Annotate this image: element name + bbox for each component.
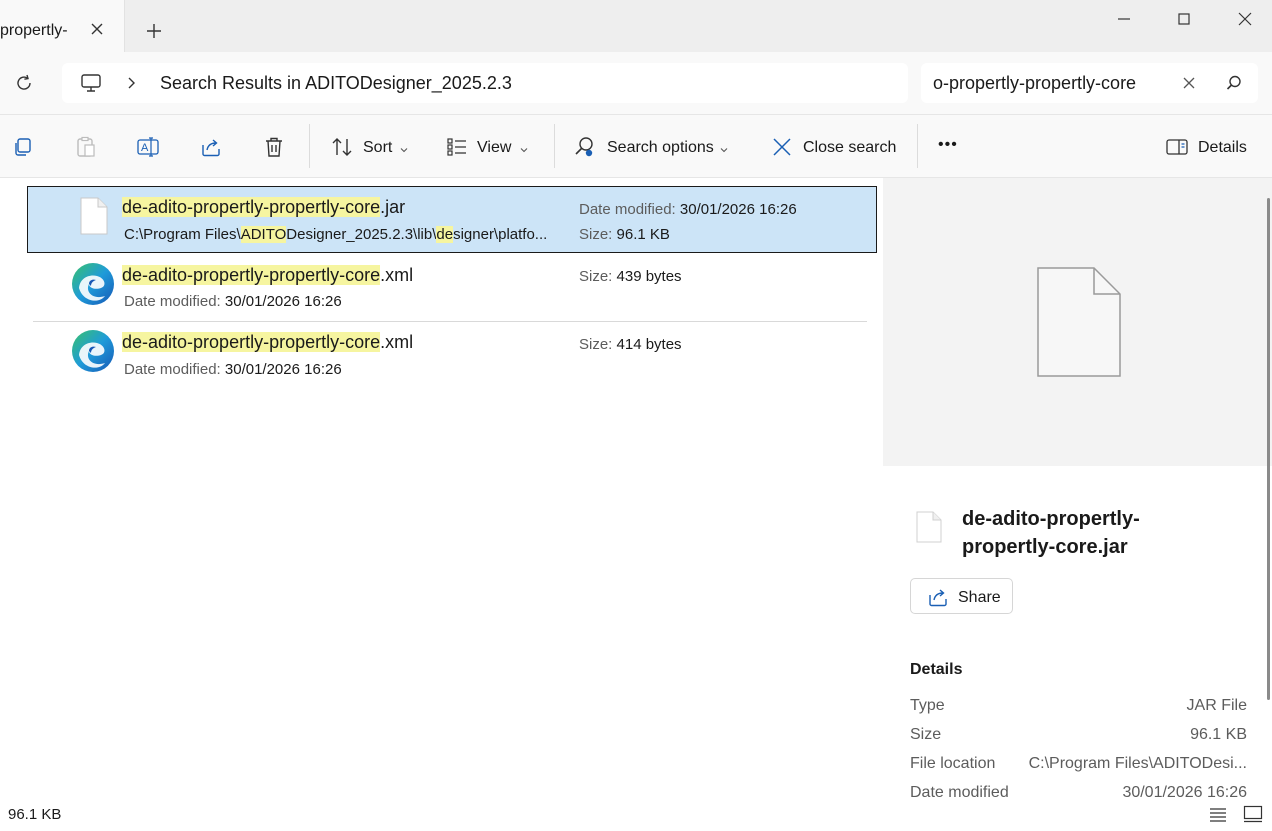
detail-key: Size: [910, 726, 942, 743]
rename-icon[interactable]: A: [136, 135, 160, 159]
result-file-name[interactable]: de-adito-propertly-propertly-core.xml: [122, 265, 413, 286]
minimize-icon[interactable]: [1115, 10, 1133, 28]
delete-icon[interactable]: [262, 135, 286, 159]
result-file-name[interactable]: de-adito-propertly-propertly-core.jar: [122, 197, 405, 218]
edge-browser-icon: [71, 329, 115, 373]
result-size: Size: 96.1 KB: [579, 226, 670, 243]
detail-value: 96.1 KB: [1190, 726, 1247, 743]
details-pane-icon[interactable]: [1165, 135, 1189, 159]
title-bar: [0, 0, 1272, 52]
tiles-view-icon[interactable]: [1243, 805, 1263, 823]
details-view-icon[interactable]: [1209, 806, 1227, 822]
result-date-modified: Date modified: 30/01/2026 16:26: [579, 201, 797, 218]
tab-title: propertly-: [0, 22, 68, 39]
tab-close-icon[interactable]: [88, 20, 106, 38]
detail-key: Type: [910, 697, 945, 714]
search-input[interactable]: o-propertly-propertly-core: [933, 73, 1136, 94]
refresh-icon[interactable]: [14, 73, 34, 93]
file-icon: [80, 197, 108, 235]
maximize-icon[interactable]: [1175, 10, 1193, 28]
status-bar: [0, 798, 1272, 831]
name-extension: .jar: [380, 197, 406, 217]
name-highlight: de-adito-propertly-propertly-core: [122, 265, 381, 285]
details-scrollbar[interactable]: [1267, 198, 1270, 700]
result-file-name[interactable]: de-adito-propertly-propertly-core.xml: [122, 332, 413, 353]
view-icon[interactable]: [445, 135, 469, 159]
detail-key: File location: [910, 755, 996, 772]
search-options-button[interactable]: Search options: [607, 139, 714, 157]
chevron-down-icon[interactable]: [719, 142, 729, 153]
result-size: Size: 439 bytes: [579, 268, 682, 285]
chevron-down-icon[interactable]: [399, 142, 409, 153]
toolbar-separator: [309, 124, 310, 168]
name-extension: .xml: [380, 265, 414, 285]
name-extension: .xml: [380, 332, 414, 352]
file-preview-icon: [1036, 266, 1122, 378]
close-search-button[interactable]: Close search: [803, 139, 896, 157]
search-options-icon[interactable]: [573, 135, 597, 159]
chevron-right-icon[interactable]: [124, 76, 138, 90]
search-icon[interactable]: [1225, 74, 1243, 92]
detail-value: C:\Program Files\ADITODesi...: [1028, 755, 1247, 772]
toolbar-separator: [917, 124, 918, 168]
detail-value: JAR File: [1186, 697, 1247, 714]
new-tab-icon[interactable]: [145, 22, 163, 40]
status-selection-size: 96.1 KB: [8, 806, 62, 823]
result-size: Size: 414 bytes: [579, 336, 682, 353]
svg-text:A: A: [141, 142, 149, 154]
row-divider: [33, 321, 867, 322]
name-highlight: de-adito-propertly-propertly-core: [122, 332, 381, 352]
this-pc-icon: [80, 72, 102, 94]
share-label[interactable]: Share: [958, 589, 1001, 607]
more-options-button[interactable]: •••: [938, 136, 958, 154]
result-file-path: C:\Program Files\ADITODesigner_2025.2.3\…: [124, 226, 548, 243]
result-date-modified: Date modified: 30/01/2026 16:26: [124, 293, 342, 310]
view-button[interactable]: View: [477, 139, 511, 157]
address-path[interactable]: Search Results in ADITODesigner_2025.2.3: [160, 73, 512, 94]
details-file-title: de-adito-propertly-propertly-core.jar: [962, 508, 1140, 558]
copy-icon[interactable]: [11, 135, 35, 159]
paste-icon: [74, 135, 98, 159]
share-icon[interactable]: [927, 586, 949, 608]
details-section-heading: Details: [910, 661, 963, 678]
share-icon[interactable]: [199, 135, 223, 159]
details-button[interactable]: Details: [1198, 139, 1247, 157]
close-search-icon[interactable]: [770, 135, 794, 159]
name-highlight: de-adito-propertly-propertly-core: [122, 197, 381, 217]
window-close-icon[interactable]: [1236, 10, 1254, 28]
sort-button[interactable]: Sort: [363, 139, 392, 157]
toolbar-separator: [554, 124, 555, 168]
clear-search-icon[interactable]: [1180, 74, 1198, 92]
result-date-modified: Date modified: 30/01/2026 16:26: [124, 361, 342, 378]
file-icon: [916, 511, 942, 543]
edge-browser-icon: [71, 262, 115, 306]
chevron-down-icon[interactable]: [519, 142, 529, 153]
sort-icon[interactable]: [330, 135, 354, 159]
